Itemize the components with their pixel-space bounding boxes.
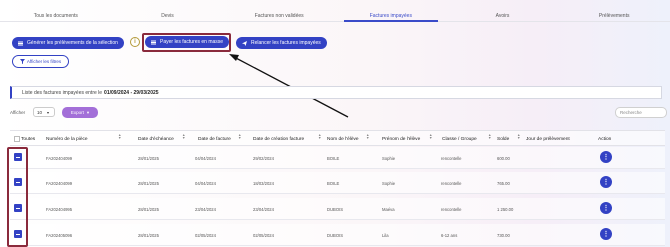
cell-student-firstname: Sophie <box>382 181 396 186</box>
table-row[interactable]: FA202404099 28/01/2025 04/04/2024 29/02/… <box>10 147 665 169</box>
cell-balance: 765.00 <box>497 181 510 186</box>
column-header-piece[interactable]: Numéro de la pièce <box>46 137 88 142</box>
cell-student-firstname: Lila <box>382 233 389 238</box>
table-header: Toutes Numéro de la pièce ▲ ▼ Date d'éché… <box>10 130 665 146</box>
tab-direct-debits[interactable]: Prélèvements <box>558 0 670 22</box>
cell-balance: 1 250.00 <box>497 207 514 212</box>
column-header-balance[interactable]: Solde <box>497 137 509 142</box>
cell-student-name: BOILE <box>327 156 340 161</box>
sort-icon[interactable]: ▲ ▼ <box>429 133 432 140</box>
row-actions-button[interactable]: ⋮ <box>600 176 612 188</box>
search-placeholder: Recherche <box>620 110 642 115</box>
cell-class: rencontelle <box>441 156 462 161</box>
cell-invoice-date: 23/04/2024 <box>195 207 216 212</box>
sort-icon[interactable]: ▲ ▼ <box>118 133 121 140</box>
period-prefix: Liste des factures impayées entre le <box>22 89 103 96</box>
row-actions-button[interactable]: ⋮ <box>600 228 612 240</box>
cell-due-date: 28/01/2025 <box>138 156 159 161</box>
cell-due-date: 28/01/2025 <box>138 233 159 238</box>
cell-due-date: 28/01/2025 <box>138 207 159 212</box>
period-range: 01/09/2024 - 29/03/2025 <box>104 89 159 96</box>
show-filters-button[interactable]: Afficher les filtres <box>12 55 69 68</box>
column-header-student-firstname[interactable]: Prénom de l'élève <box>382 137 420 142</box>
cell-class: rencontelle <box>441 207 462 212</box>
cell-piece: FA202404099 <box>46 181 73 186</box>
tab-bar: Tous les documents Devis Factures non va… <box>0 0 670 22</box>
column-header-class[interactable]: Classe / Groupe <box>442 137 477 142</box>
chevron-down-icon: ▾ <box>47 109 50 115</box>
select-all-checkbox[interactable] <box>14 136 20 142</box>
tab-quotes[interactable]: Devis <box>111 0 224 22</box>
export-button[interactable]: Export ▾ <box>62 107 98 118</box>
sort-icon[interactable]: ▲ ▼ <box>182 133 185 140</box>
cell-class: 6-12 ans <box>441 233 458 238</box>
cell-invoice-date: 02/05/2024 <box>195 233 216 238</box>
column-header-due-date[interactable]: Date d'échéance <box>138 137 174 142</box>
filter-icon <box>19 59 25 64</box>
tab-all-documents[interactable]: Tous les documents <box>0 0 112 22</box>
search-input[interactable]: Recherche <box>615 107 667 118</box>
column-header-debit-day[interactable]: Jour de prélèvement <box>526 137 570 142</box>
show-label: Afficher <box>10 110 26 115</box>
period-bar: Liste des factures impayées entre le 01/… <box>10 86 662 99</box>
cell-student-name: BOILE <box>327 181 340 186</box>
generate-debits-label: Générer les prélèvements de la sélection <box>27 40 118 46</box>
annotation-checkbox-box <box>7 147 28 247</box>
show-filters-label: Afficher les filtres <box>26 59 62 64</box>
row-actions-button[interactable]: ⋮ <box>600 151 612 163</box>
cell-student-name: DUBOIS <box>327 233 344 238</box>
cell-student-firstname: Maéva <box>382 207 395 212</box>
info-icon[interactable]: i <box>130 37 140 47</box>
cell-creation-date: 18/03/2024 <box>253 181 274 186</box>
cell-creation-date: 02/05/2024 <box>253 233 274 238</box>
annotation-highlight-box <box>142 33 231 52</box>
tab-credit-notes[interactable]: Avoirs <box>446 0 559 22</box>
cell-student-firstname: Sophie <box>382 156 396 161</box>
cell-piece: FA202405096 <box>46 233 73 238</box>
chevron-down-icon: ▾ <box>86 109 90 115</box>
page-size-select[interactable]: 10 ▾ <box>33 107 55 117</box>
table-row[interactable]: FA202405096 28/01/2025 02/05/2024 02/05/… <box>10 224 665 246</box>
tab-unvalidated-invoices[interactable]: Factures non validées <box>223 0 336 22</box>
table-row[interactable]: FA202404099 28/01/2025 04/04/2024 18/03/… <box>10 172 665 194</box>
cell-student-name: DUBOIS <box>327 207 344 212</box>
export-label: Export <box>70 110 84 115</box>
tab-unpaid-invoices[interactable]: Factures impayées <box>335 0 447 22</box>
page-size-value: 10 <box>37 109 43 115</box>
column-header-creation-date[interactable]: Date de création facture <box>253 137 304 142</box>
cell-due-date: 28/01/2025 <box>138 181 159 186</box>
column-header-all[interactable]: Toutes <box>21 137 35 142</box>
row-actions-button[interactable]: ⋮ <box>600 202 612 214</box>
cell-invoice-date: 04/04/2024 <box>195 181 216 186</box>
list-icon <box>18 41 23 45</box>
cell-creation-date: 29/02/2024 <box>253 156 274 161</box>
generate-debits-button[interactable]: Générer les prélèvements de la sélection <box>12 37 124 49</box>
column-header-action: Action <box>598 137 612 142</box>
sort-icon[interactable]: ▲ ▼ <box>488 133 491 140</box>
cell-piece: FA202404099 <box>46 156 73 161</box>
sort-icon[interactable]: ▲ ▼ <box>318 133 321 140</box>
send-icon <box>242 40 247 46</box>
cell-invoice-date: 04/04/2024 <box>195 156 216 161</box>
sort-icon[interactable]: ▲ ▼ <box>366 133 369 140</box>
column-header-invoice-date[interactable]: Date de facture <box>198 137 231 142</box>
remind-unpaid-label: Relancer les factures impayées <box>251 40 321 46</box>
cell-creation-date: 23/04/2024 <box>253 207 274 212</box>
cell-class: rencontelle <box>441 181 462 186</box>
cell-piece: FA202404995 <box>46 207 73 212</box>
sort-icon[interactable]: ▲ ▼ <box>238 133 241 140</box>
cell-balance: 600.00 <box>497 156 510 161</box>
column-header-student-name[interactable]: Nom de l'élève <box>327 137 359 142</box>
cell-balance: 730.00 <box>497 233 510 238</box>
remind-unpaid-button[interactable]: Relancer les factures impayées <box>236 37 327 49</box>
sort-icon[interactable]: ▲ ▼ <box>517 133 520 140</box>
table-row[interactable]: FA202404995 28/01/2025 23/04/2024 23/04/… <box>10 198 665 220</box>
